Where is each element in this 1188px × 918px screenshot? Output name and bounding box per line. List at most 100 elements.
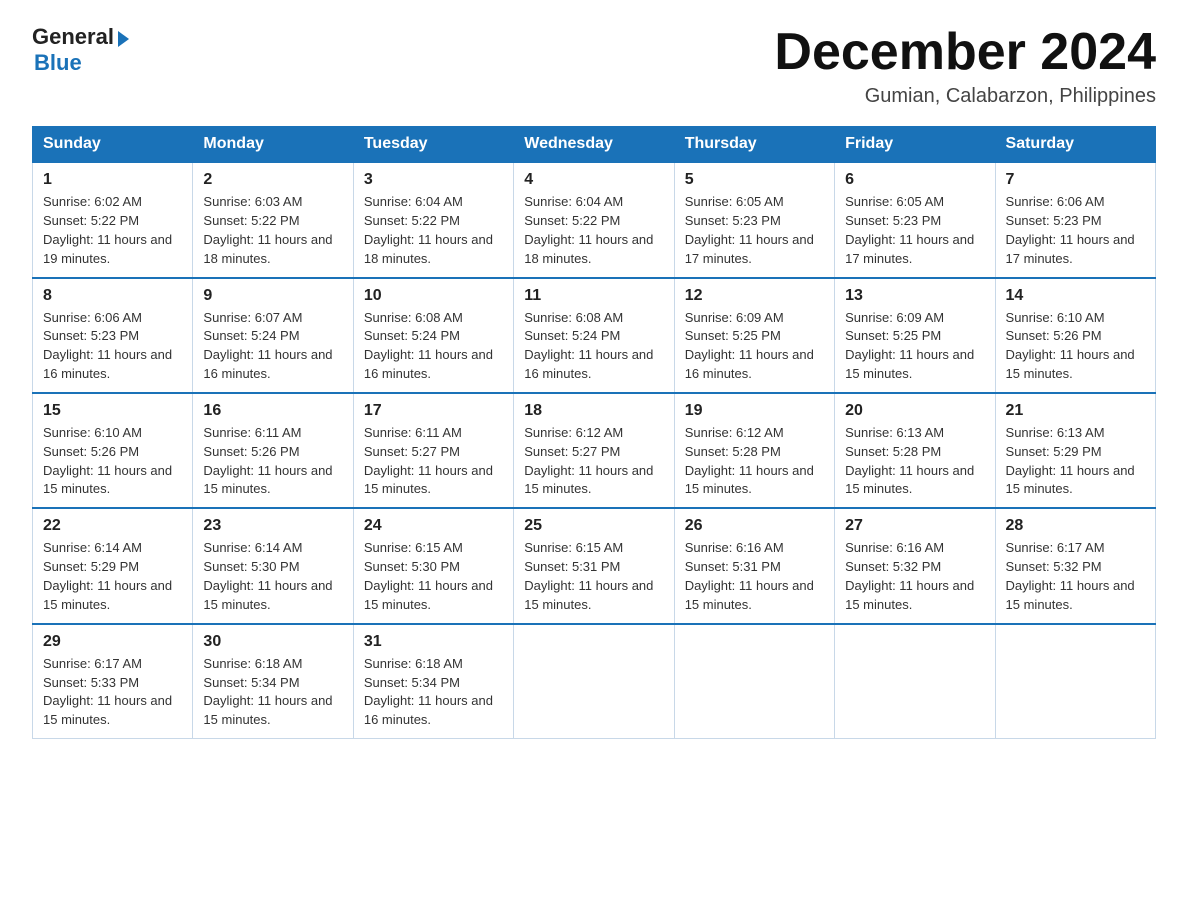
day-info: Sunrise: 6:18 AMSunset: 5:34 PMDaylight:… bbox=[364, 655, 503, 730]
day-number: 16 bbox=[203, 402, 342, 420]
day-info: Sunrise: 6:10 AMSunset: 5:26 PMDaylight:… bbox=[1006, 309, 1145, 384]
day-number: 4 bbox=[524, 171, 663, 189]
calendar-cell: 26 Sunrise: 6:16 AMSunset: 5:31 PMDayligh… bbox=[674, 508, 834, 623]
calendar-cell: 11 Sunrise: 6:08 AMSunset: 5:24 PMDayligh… bbox=[514, 278, 674, 393]
day-number: 2 bbox=[203, 171, 342, 189]
day-number: 9 bbox=[203, 287, 342, 305]
calendar-cell: 2 Sunrise: 6:03 AMSunset: 5:22 PMDaylight… bbox=[193, 162, 353, 277]
day-number: 30 bbox=[203, 633, 342, 651]
day-number: 19 bbox=[685, 402, 824, 420]
logo-blue-text: Blue bbox=[34, 50, 82, 76]
month-title: December 2024 bbox=[774, 24, 1156, 81]
day-number: 17 bbox=[364, 402, 503, 420]
calendar-cell: 1 Sunrise: 6:02 AMSunset: 5:22 PMDaylight… bbox=[33, 162, 193, 277]
day-number: 21 bbox=[1006, 402, 1145, 420]
calendar-cell: 28 Sunrise: 6:17 AMSunset: 5:32 PMDayligh… bbox=[995, 508, 1155, 623]
page-header: General Blue December 2024 Gumian, Calab… bbox=[32, 24, 1156, 108]
logo-general-text: General bbox=[32, 24, 114, 50]
calendar-cell: 16 Sunrise: 6:11 AMSunset: 5:26 PMDayligh… bbox=[193, 393, 353, 508]
calendar-cell: 12Sunrise: 6:09 AMSunset: 5:25 PMDayligh… bbox=[674, 278, 834, 393]
day-number: 10 bbox=[364, 287, 503, 305]
day-info: Sunrise: 6:06 AMSunset: 5:23 PMDaylight:… bbox=[43, 309, 182, 384]
calendar-cell: 13 Sunrise: 6:09 AMSunset: 5:25 PMDayligh… bbox=[835, 278, 995, 393]
calendar-week-row: 8 Sunrise: 6:06 AMSunset: 5:23 PMDaylight… bbox=[33, 278, 1156, 393]
calendar-cell: 18 Sunrise: 6:12 AMSunset: 5:27 PMDayligh… bbox=[514, 393, 674, 508]
day-number: 5 bbox=[685, 171, 824, 189]
calendar-cell: 24 Sunrise: 6:15 AMSunset: 5:30 PMDayligh… bbox=[353, 508, 513, 623]
day-info: Sunrise: 6:16 AMSunset: 5:31 PMDaylight:… bbox=[685, 539, 824, 614]
day-number: 24 bbox=[364, 517, 503, 535]
day-info: Sunrise: 6:14 AMSunset: 5:30 PMDaylight:… bbox=[203, 539, 342, 614]
day-info: Sunrise: 6:02 AMSunset: 5:22 PMDaylight:… bbox=[43, 193, 182, 268]
calendar-cell: 19 Sunrise: 6:12 AMSunset: 5:28 PMDayligh… bbox=[674, 393, 834, 508]
day-number: 29 bbox=[43, 633, 182, 651]
calendar-cell: 25 Sunrise: 6:15 AMSunset: 5:31 PMDayligh… bbox=[514, 508, 674, 623]
day-info: Sunrise: 6:12 AMSunset: 5:27 PMDaylight:… bbox=[524, 424, 663, 499]
calendar-week-row: 22Sunrise: 6:14 AMSunset: 5:29 PMDayligh… bbox=[33, 508, 1156, 623]
day-info: Sunrise: 6:17 AMSunset: 5:33 PMDaylight:… bbox=[43, 655, 182, 730]
day-number: 26 bbox=[685, 517, 824, 535]
day-number: 31 bbox=[364, 633, 503, 651]
calendar-cell: 6 Sunrise: 6:05 AMSunset: 5:23 PMDaylight… bbox=[835, 162, 995, 277]
calendar-day-header-friday: Friday bbox=[835, 127, 995, 163]
calendar-cell: 15Sunrise: 6:10 AMSunset: 5:26 PMDayligh… bbox=[33, 393, 193, 508]
calendar-cell: 27 Sunrise: 6:16 AMSunset: 5:32 PMDayligh… bbox=[835, 508, 995, 623]
calendar-day-header-saturday: Saturday bbox=[995, 127, 1155, 163]
calendar-cell: 14Sunrise: 6:10 AMSunset: 5:26 PMDayligh… bbox=[995, 278, 1155, 393]
day-number: 23 bbox=[203, 517, 342, 535]
day-number: 6 bbox=[845, 171, 984, 189]
calendar-cell: 31 Sunrise: 6:18 AMSunset: 5:34 PMDayligh… bbox=[353, 624, 513, 739]
day-info: Sunrise: 6:03 AMSunset: 5:22 PMDaylight:… bbox=[203, 193, 342, 268]
calendar-day-header-thursday: Thursday bbox=[674, 127, 834, 163]
calendar-cell bbox=[835, 624, 995, 739]
day-number: 13 bbox=[845, 287, 984, 305]
calendar-cell bbox=[514, 624, 674, 739]
calendar-table: SundayMondayTuesdayWednesdayThursdayFrid… bbox=[32, 126, 1156, 739]
day-number: 22 bbox=[43, 517, 182, 535]
calendar-cell: 17 Sunrise: 6:11 AMSunset: 5:27 PMDayligh… bbox=[353, 393, 513, 508]
day-info: Sunrise: 6:15 AMSunset: 5:30 PMDaylight:… bbox=[364, 539, 503, 614]
day-info: Sunrise: 6:11 AMSunset: 5:27 PMDaylight:… bbox=[364, 424, 503, 499]
day-number: 8 bbox=[43, 287, 182, 305]
calendar-day-header-tuesday: Tuesday bbox=[353, 127, 513, 163]
logo-triangle-icon bbox=[118, 31, 129, 47]
calendar-week-row: 1 Sunrise: 6:02 AMSunset: 5:22 PMDaylight… bbox=[33, 162, 1156, 277]
day-number: 27 bbox=[845, 517, 984, 535]
day-number: 18 bbox=[524, 402, 663, 420]
calendar-day-header-sunday: Sunday bbox=[33, 127, 193, 163]
day-info: Sunrise: 6:04 AMSunset: 5:22 PMDaylight:… bbox=[524, 193, 663, 268]
calendar-week-row: 29 Sunrise: 6:17 AMSunset: 5:33 PMDayligh… bbox=[33, 624, 1156, 739]
calendar-cell: 9Sunrise: 6:07 AMSunset: 5:24 PMDaylight… bbox=[193, 278, 353, 393]
calendar-cell: 20 Sunrise: 6:13 AMSunset: 5:28 PMDayligh… bbox=[835, 393, 995, 508]
day-info: Sunrise: 6:06 AMSunset: 5:23 PMDaylight:… bbox=[1006, 193, 1145, 268]
day-number: 3 bbox=[364, 171, 503, 189]
calendar-cell bbox=[674, 624, 834, 739]
day-number: 12 bbox=[685, 287, 824, 305]
calendar-day-header-wednesday: Wednesday bbox=[514, 127, 674, 163]
calendar-day-header-monday: Monday bbox=[193, 127, 353, 163]
day-number: 20 bbox=[845, 402, 984, 420]
day-info: Sunrise: 6:05 AMSunset: 5:23 PMDaylight:… bbox=[685, 193, 824, 268]
day-info: Sunrise: 6:05 AMSunset: 5:23 PMDaylight:… bbox=[845, 193, 984, 268]
calendar-cell: 3Sunrise: 6:04 AMSunset: 5:22 PMDaylight… bbox=[353, 162, 513, 277]
day-info: Sunrise: 6:17 AMSunset: 5:32 PMDaylight:… bbox=[1006, 539, 1145, 614]
day-number: 11 bbox=[524, 287, 663, 305]
day-info: Sunrise: 6:08 AMSunset: 5:24 PMDaylight:… bbox=[524, 309, 663, 384]
calendar-cell: 21Sunrise: 6:13 AMSunset: 5:29 PMDayligh… bbox=[995, 393, 1155, 508]
day-number: 25 bbox=[524, 517, 663, 535]
day-info: Sunrise: 6:11 AMSunset: 5:26 PMDaylight:… bbox=[203, 424, 342, 499]
day-info: Sunrise: 6:16 AMSunset: 5:32 PMDaylight:… bbox=[845, 539, 984, 614]
day-info: Sunrise: 6:12 AMSunset: 5:28 PMDaylight:… bbox=[685, 424, 824, 499]
calendar-cell: 10 Sunrise: 6:08 AMSunset: 5:24 PMDayligh… bbox=[353, 278, 513, 393]
calendar-header-row: SundayMondayTuesdayWednesdayThursdayFrid… bbox=[33, 127, 1156, 163]
day-info: Sunrise: 6:10 AMSunset: 5:26 PMDaylight:… bbox=[43, 424, 182, 499]
day-info: Sunrise: 6:13 AMSunset: 5:28 PMDaylight:… bbox=[845, 424, 984, 499]
day-info: Sunrise: 6:09 AMSunset: 5:25 PMDaylight:… bbox=[845, 309, 984, 384]
day-number: 1 bbox=[43, 171, 182, 189]
day-number: 28 bbox=[1006, 517, 1145, 535]
day-number: 7 bbox=[1006, 171, 1145, 189]
calendar-cell: 30Sunrise: 6:18 AMSunset: 5:34 PMDayligh… bbox=[193, 624, 353, 739]
day-info: Sunrise: 6:15 AMSunset: 5:31 PMDaylight:… bbox=[524, 539, 663, 614]
calendar-cell: 8 Sunrise: 6:06 AMSunset: 5:23 PMDaylight… bbox=[33, 278, 193, 393]
day-info: Sunrise: 6:08 AMSunset: 5:24 PMDaylight:… bbox=[364, 309, 503, 384]
